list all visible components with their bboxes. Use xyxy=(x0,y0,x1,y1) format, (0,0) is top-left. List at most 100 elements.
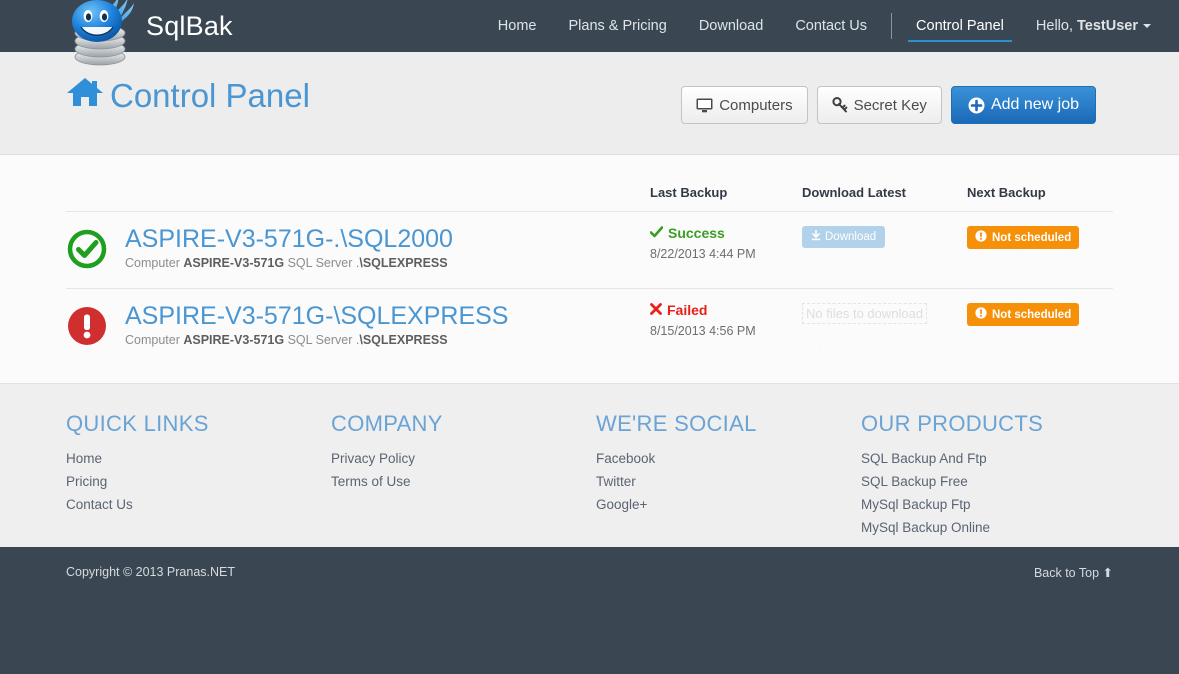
job-title-link[interactable]: ASPIRE-V3-571G-.\SQL2000 xyxy=(125,226,453,253)
sqlbak-database-mascot-logo-icon xyxy=(66,0,140,71)
add-new-job-button[interactable]: Add new job xyxy=(950,86,1096,124)
last-backup-date: 8/22/2013 4:44 PM xyxy=(650,247,756,261)
secret-key-button-label: Secret Key xyxy=(853,96,927,114)
table-header-row: Last Backup Download Latest Next Backup xyxy=(66,185,1113,212)
job-sub-computer: ASPIRE-V3-571G xyxy=(183,256,285,271)
check-icon xyxy=(649,226,664,240)
footer-column-quick-links: QUICK LINKS Home Pricing Contact Us xyxy=(66,411,331,543)
page-title-text: Control Panel xyxy=(110,77,310,114)
jobs-table: Last Backup Download Latest Next Backup xyxy=(66,185,1113,365)
footer-heading: OUR PRODUCTS xyxy=(861,411,1044,436)
footer-heading: COMPANY xyxy=(331,411,443,436)
footer-link-privacy-policy[interactable]: Privacy Policy xyxy=(331,451,596,466)
footer-link-contact-us[interactable]: Contact Us xyxy=(66,497,331,512)
column-header-last-backup: Last Backup xyxy=(650,185,802,212)
footer-link-terms-of-use[interactable]: Terms of Use xyxy=(331,474,596,489)
warning-circle-icon xyxy=(975,307,987,322)
job-sub-computer: ASPIRE-V3-571G xyxy=(183,333,285,348)
job-subtitle: Computer ASPIRE-V3-571G SQL Server .\SQL… xyxy=(125,256,453,270)
arrow-up-icon: ⬆ xyxy=(1102,566,1113,580)
add-new-job-button-label: Add new job xyxy=(990,96,1079,113)
footer-heading: WE'RE SOCIAL xyxy=(596,411,757,436)
status-badge-success: Success xyxy=(649,225,802,241)
footer-link-mysql-backup-online[interactable]: MySql Backup Online xyxy=(861,520,1126,535)
copyright-bar: Copyright © 2013 Pranas.NET Back to Top … xyxy=(0,547,1179,674)
plus-circle-icon xyxy=(968,97,985,114)
nav-item-control-panel[interactable]: Control Panel xyxy=(900,0,1020,52)
monitor-icon xyxy=(696,98,713,113)
user-name: TestUser xyxy=(1077,18,1138,34)
last-backup-date: 8/15/2013 4:56 PM xyxy=(650,324,756,338)
nav-item-plans-pricing[interactable]: Plans & Pricing xyxy=(552,0,682,52)
footer-link-sql-backup-free[interactable]: SQL Backup Free xyxy=(861,474,1126,489)
nav-item-home[interactable]: Home xyxy=(482,0,553,52)
last-backup-status: Success xyxy=(668,225,725,241)
download-button-label: Download xyxy=(825,231,877,243)
footer-column-social: WE'RE SOCIAL Facebook Twitter Google+ xyxy=(596,411,861,543)
status-badge-failed: Failed xyxy=(650,303,802,317)
computers-button[interactable]: Computers xyxy=(681,86,808,124)
nav-item-download[interactable]: Download xyxy=(683,0,780,52)
job-title-link[interactable]: ASPIRE-V3-571G-\SQLEXPRESS xyxy=(125,303,508,330)
footer-link-google-plus[interactable]: Google+ xyxy=(596,497,861,512)
job-sub-server: \SQLEXPRESS xyxy=(359,333,448,348)
job-subtitle: Computer ASPIRE-V3-571G SQL Server .\SQL… xyxy=(125,333,508,347)
job-sub-mid: SQL Server . xyxy=(284,333,360,348)
job-sub-prefix: Computer xyxy=(125,333,184,348)
brand-name: SqlBak xyxy=(146,10,233,41)
copyright-text: Copyright © 2013 Pranas.NET xyxy=(66,565,236,579)
job-name-cell: ASPIRE-V3-571G-\SQLEXPRESS Computer ASPI… xyxy=(66,289,650,366)
column-header-download-latest: Download Latest xyxy=(802,185,967,212)
page-title: Control Panel xyxy=(66,76,310,116)
footer-link-home[interactable]: Home xyxy=(66,451,331,466)
warning-circle-icon xyxy=(975,230,987,245)
content-area: Last Backup Download Latest Next Backup xyxy=(0,155,1179,384)
user-menu[interactable]: Hello, TestUser xyxy=(1020,0,1155,52)
footer-column-company: COMPANY Privacy Policy Terms of Use xyxy=(331,411,596,543)
job-name-cell: ASPIRE-V3-571G-.\SQL2000 Computer ASPIRE… xyxy=(66,211,650,289)
download-latest-cell: Download xyxy=(802,211,967,289)
footer: QUICK LINKS Home Pricing Contact Us COMP… xyxy=(0,384,1179,547)
status-badge-not-scheduled: Not scheduled xyxy=(967,303,1080,326)
chevron-down-icon xyxy=(1143,24,1151,29)
key-icon xyxy=(831,97,848,113)
table-row: ASPIRE-V3-571G-\SQLEXPRESS Computer ASPI… xyxy=(66,289,1113,366)
download-latest-cell: No files to download xyxy=(802,289,967,366)
download-icon xyxy=(811,229,821,244)
footer-link-facebook[interactable]: Facebook xyxy=(596,451,861,466)
user-greeting: Hello, xyxy=(1035,18,1078,34)
footer-link-twitter[interactable]: Twitter xyxy=(596,474,861,489)
page-header: Control Panel Computers Secret Key Add n… xyxy=(0,52,1179,155)
back-to-top-label: Back to Top xyxy=(1033,566,1100,580)
nav-links: Home Plans & Pricing Download Contact Us… xyxy=(482,0,1155,52)
cross-icon xyxy=(650,303,662,317)
next-backup-cell: Not scheduled xyxy=(967,211,1113,289)
nav-item-contact-us[interactable]: Contact Us xyxy=(779,0,883,52)
footer-heading: QUICK LINKS xyxy=(66,411,209,436)
header-actions: Computers Secret Key Add new job xyxy=(672,86,1096,124)
job-sub-mid: SQL Server . xyxy=(284,256,360,271)
brand[interactable]: SqlBak xyxy=(66,0,233,66)
top-navbar: SqlBak Home Plans & Pricing Download Con… xyxy=(0,0,1179,66)
back-to-top-link[interactable]: Back to Top ⬆ xyxy=(1034,565,1113,580)
last-backup-cell: Failed 8/15/2013 4:56 PM xyxy=(650,289,802,366)
nav-divider xyxy=(891,13,893,39)
footer-link-sql-backup-and-ftp[interactable]: SQL Backup And Ftp xyxy=(861,451,1126,466)
footer-link-pricing[interactable]: Pricing xyxy=(66,474,331,489)
next-backup-cell: Not scheduled xyxy=(967,289,1113,366)
column-header-next-backup: Next Backup xyxy=(967,185,1113,212)
computers-button-label: Computers xyxy=(719,96,793,114)
footer-link-mysql-backup-ftp[interactable]: MySql Backup Ftp xyxy=(861,497,1126,512)
job-sub-prefix: Computer xyxy=(125,256,184,271)
last-backup-cell: Success 8/22/2013 4:44 PM xyxy=(649,211,802,289)
footer-column-products: OUR PRODUCTS SQL Backup And Ftp SQL Back… xyxy=(861,411,1126,543)
download-button[interactable]: Download xyxy=(802,226,886,248)
secret-key-button[interactable]: Secret Key xyxy=(816,86,942,124)
home-icon xyxy=(66,76,104,116)
check-circle-icon xyxy=(66,228,108,275)
job-sub-server: \SQLEXPRESS xyxy=(359,256,448,271)
last-backup-status: Failed xyxy=(667,302,708,318)
no-files-to-download-text: No files to download xyxy=(802,303,928,324)
column-header-name xyxy=(66,185,650,212)
table-row: ASPIRE-V3-571G-.\SQL2000 Computer ASPIRE… xyxy=(66,211,1113,289)
